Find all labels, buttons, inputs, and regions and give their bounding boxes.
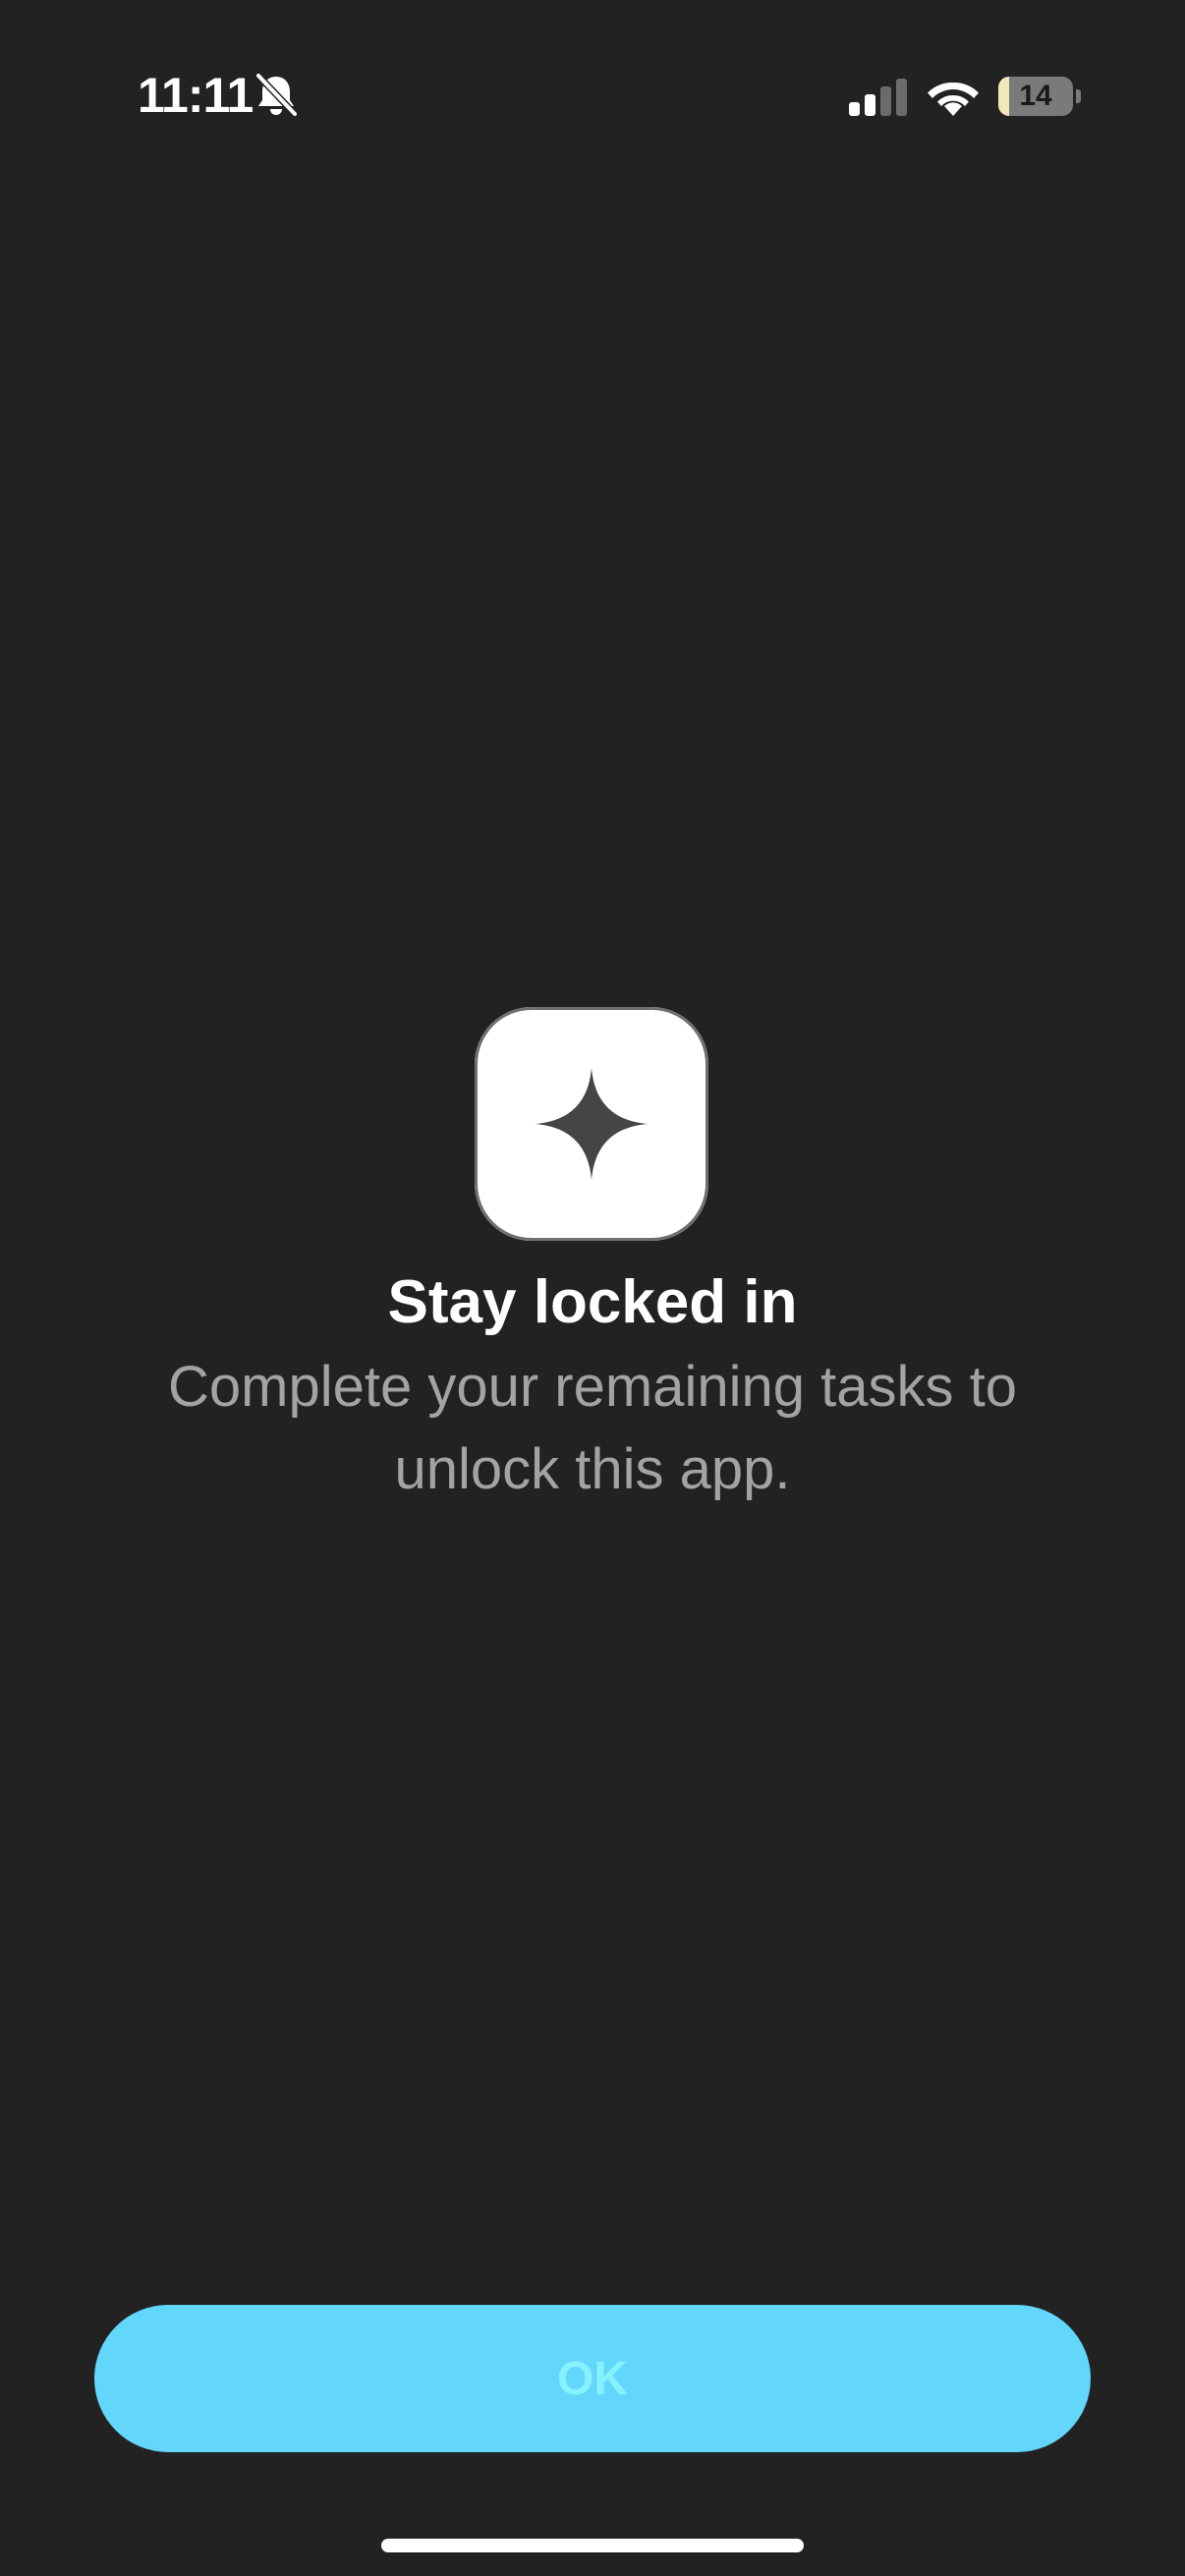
status-time: 11:11 (138, 68, 254, 123)
lock-title: Stay locked in (387, 1268, 798, 1336)
battery-level: 14 (1019, 80, 1052, 112)
ok-button[interactable]: OK (94, 2305, 1091, 2452)
cellular-signal-icon (849, 79, 907, 116)
battery-indicator: 14 (998, 77, 1081, 116)
battery-body: 14 (998, 77, 1073, 116)
bell-slash-icon (254, 73, 299, 118)
app-icon (475, 1007, 708, 1241)
home-indicator[interactable] (381, 2539, 804, 2552)
sparkle-icon (536, 1068, 648, 1180)
battery-nub (1076, 89, 1081, 103)
lock-message: Complete your remaining tasks to unlock … (168, 1355, 1017, 1501)
wifi-icon (928, 82, 979, 116)
status-bar: 11:11 14 (0, 0, 1185, 196)
